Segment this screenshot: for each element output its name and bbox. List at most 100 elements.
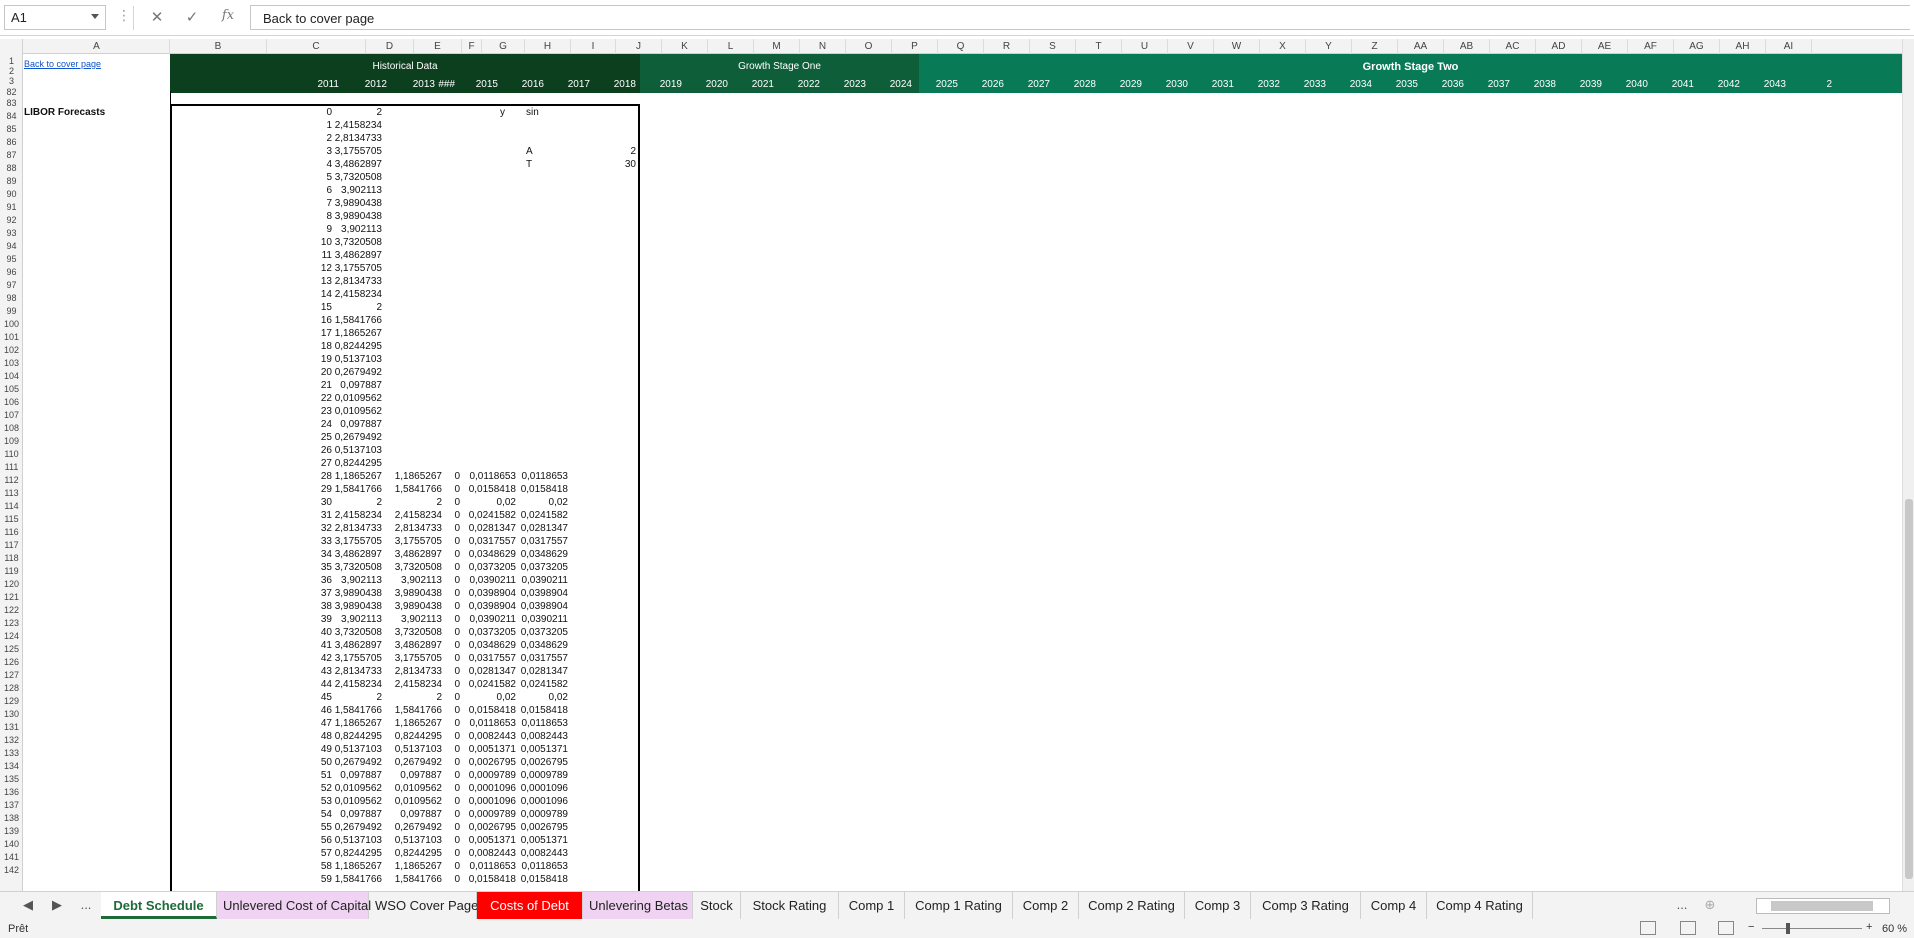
column-header-T[interactable]: T <box>1076 39 1122 54</box>
tab-comp-4-rating[interactable]: Comp 4 Rating <box>1427 892 1533 919</box>
table-cell[interactable]: 3,7320508 <box>384 561 444 574</box>
table-cell[interactable]: 3,902113 <box>384 613 444 626</box>
table-cell[interactable]: 0,5137103 <box>324 353 384 366</box>
table-cell[interactable]: 0,0373205 <box>518 626 570 639</box>
table-cell[interactable]: 0,0317557 <box>464 535 518 548</box>
table-cell[interactable]: 0,0026795 <box>464 821 518 834</box>
column-header-K[interactable]: K <box>662 39 708 54</box>
row-header-116[interactable]: 116 <box>0 526 22 539</box>
table-cell[interactable]: 0,097887 <box>324 379 384 392</box>
table-cell[interactable]: 0,8244295 <box>324 340 384 353</box>
table-cell[interactable]: 0 <box>444 782 462 795</box>
table-cell[interactable]: 0,0109562 <box>324 405 384 418</box>
table-cell[interactable]: 1,1865267 <box>384 470 444 483</box>
table-cell[interactable]: 0,8244295 <box>324 730 384 743</box>
table-cell[interactable]: 0,8244295 <box>384 847 444 860</box>
tab-more-left[interactable]: ... <box>76 897 96 912</box>
table-cell[interactable]: 3,7320508 <box>384 626 444 639</box>
table-cell[interactable]: 0,02 <box>464 496 518 509</box>
row-header-137[interactable]: 137 <box>0 799 22 812</box>
table-cell[interactable]: 3,9890438 <box>324 197 384 210</box>
row-header-130[interactable]: 130 <box>0 708 22 721</box>
table-cell[interactable]: 0 <box>444 821 462 834</box>
row-header-86[interactable]: 86 <box>0 136 22 149</box>
table-cell[interactable]: 3,9890438 <box>384 587 444 600</box>
table-cell[interactable]: 2,8134733 <box>384 522 444 535</box>
table-cell[interactable]: 0,0317557 <box>518 652 570 665</box>
row-header-138[interactable]: 138 <box>0 812 22 825</box>
row-header-98[interactable]: 98 <box>0 292 22 305</box>
row-header-117[interactable]: 117 <box>0 539 22 552</box>
table-cell[interactable]: 3,9890438 <box>324 600 384 613</box>
table-cell[interactable]: 0,0317557 <box>518 535 570 548</box>
table-cell[interactable]: 0,0026795 <box>518 821 570 834</box>
table-cell[interactable]: 0,0051371 <box>464 743 518 756</box>
table-cell[interactable]: 0,0398904 <box>464 587 518 600</box>
table-cell[interactable]: 3,4862897 <box>324 249 384 262</box>
tab-stock[interactable]: Stock <box>693 892 741 919</box>
scrollbar-thumb[interactable] <box>1905 499 1913 879</box>
table-cell[interactable]: 0 <box>444 652 462 665</box>
row-header-135[interactable]: 135 <box>0 773 22 786</box>
table-cell[interactable]: 1,1865267 <box>384 860 444 873</box>
table-cell[interactable]: 0,0118653 <box>464 717 518 730</box>
table-cell[interactable]: 1,1865267 <box>324 860 384 873</box>
table-cell[interactable]: 0,097887 <box>324 418 384 431</box>
column-header-Z[interactable]: Z <box>1352 39 1398 54</box>
table-cell[interactable]: 3,7320508 <box>324 236 384 249</box>
table-cell[interactable]: 0,0317557 <box>464 652 518 665</box>
table-cell[interactable]: 0,0348629 <box>464 639 518 652</box>
table-cell[interactable]: 0,0118653 <box>518 470 570 483</box>
tab-prev-icon[interactable]: ◀ <box>18 897 38 913</box>
row-header-99[interactable]: 99 <box>0 305 22 318</box>
vertical-scrollbar[interactable] <box>1902 39 1914 891</box>
row-header-132[interactable]: 132 <box>0 734 22 747</box>
column-header-AB[interactable]: AB <box>1444 39 1490 54</box>
table-cell[interactable]: 0,0390211 <box>518 574 570 587</box>
column-header-F[interactable]: F <box>462 39 482 54</box>
table-cell[interactable]: 2,4158234 <box>324 509 384 522</box>
column-header-G[interactable]: G <box>482 39 525 54</box>
table-cell[interactable]: 3,1755705 <box>384 535 444 548</box>
column-header-H[interactable]: H <box>525 39 571 54</box>
table-cell[interactable]: 0,0158418 <box>464 483 518 496</box>
table-cell[interactable]: 0 <box>444 756 462 769</box>
table-cell[interactable]: 0,2679492 <box>384 756 444 769</box>
row-header-95[interactable]: 95 <box>0 253 22 266</box>
table-cell[interactable]: 3,1755705 <box>324 262 384 275</box>
row-header-119[interactable]: 119 <box>0 565 22 578</box>
zoom-out-icon[interactable]: − <box>1748 921 1754 933</box>
table-cell[interactable]: 2,8134733 <box>324 275 384 288</box>
table-cell[interactable]: 2 <box>384 691 444 704</box>
table-cell[interactable]: 0 <box>444 535 462 548</box>
table-cell[interactable]: 3,902113 <box>324 184 384 197</box>
table-cell[interactable]: 3,902113 <box>384 574 444 587</box>
table-cell[interactable]: 0,0051371 <box>518 743 570 756</box>
table-cell[interactable]: 0,097887 <box>324 769 384 782</box>
table-cell[interactable]: 2,4158234 <box>324 119 384 132</box>
table-cell[interactable]: 0 <box>444 522 462 535</box>
table-cell[interactable]: 0,0009789 <box>518 808 570 821</box>
table-cell[interactable]: 0 <box>444 665 462 678</box>
table-cell[interactable]: 0,0051371 <box>518 834 570 847</box>
horizontal-scrollbar[interactable] <box>1756 898 1890 914</box>
table-cell[interactable]: 3,1755705 <box>384 652 444 665</box>
column-header-B[interactable]: B <box>170 39 267 54</box>
row-header-102[interactable]: 102 <box>0 344 22 357</box>
table-cell[interactable]: 3,4862897 <box>384 548 444 561</box>
row-header-106[interactable]: 106 <box>0 396 22 409</box>
add-sheet-icon[interactable]: ⊕ <box>1700 897 1720 913</box>
table-cell[interactable]: 0,0241582 <box>464 678 518 691</box>
table-cell[interactable]: 0,0118653 <box>518 860 570 873</box>
table-cell[interactable]: 3,1755705 <box>324 535 384 548</box>
table-cell[interactable]: 3,9890438 <box>324 210 384 223</box>
row-header-121[interactable]: 121 <box>0 591 22 604</box>
row-header-91[interactable]: 91 <box>0 201 22 214</box>
table-cell[interactable]: 0,2679492 <box>324 821 384 834</box>
row-header-101[interactable]: 101 <box>0 331 22 344</box>
column-header-AH[interactable]: AH <box>1720 39 1766 54</box>
column-header-V[interactable]: V <box>1168 39 1214 54</box>
table-cell[interactable]: 0 <box>444 561 462 574</box>
tab-comp-2-rating[interactable]: Comp 2 Rating <box>1079 892 1185 919</box>
table-cell[interactable]: 1,1865267 <box>324 470 384 483</box>
